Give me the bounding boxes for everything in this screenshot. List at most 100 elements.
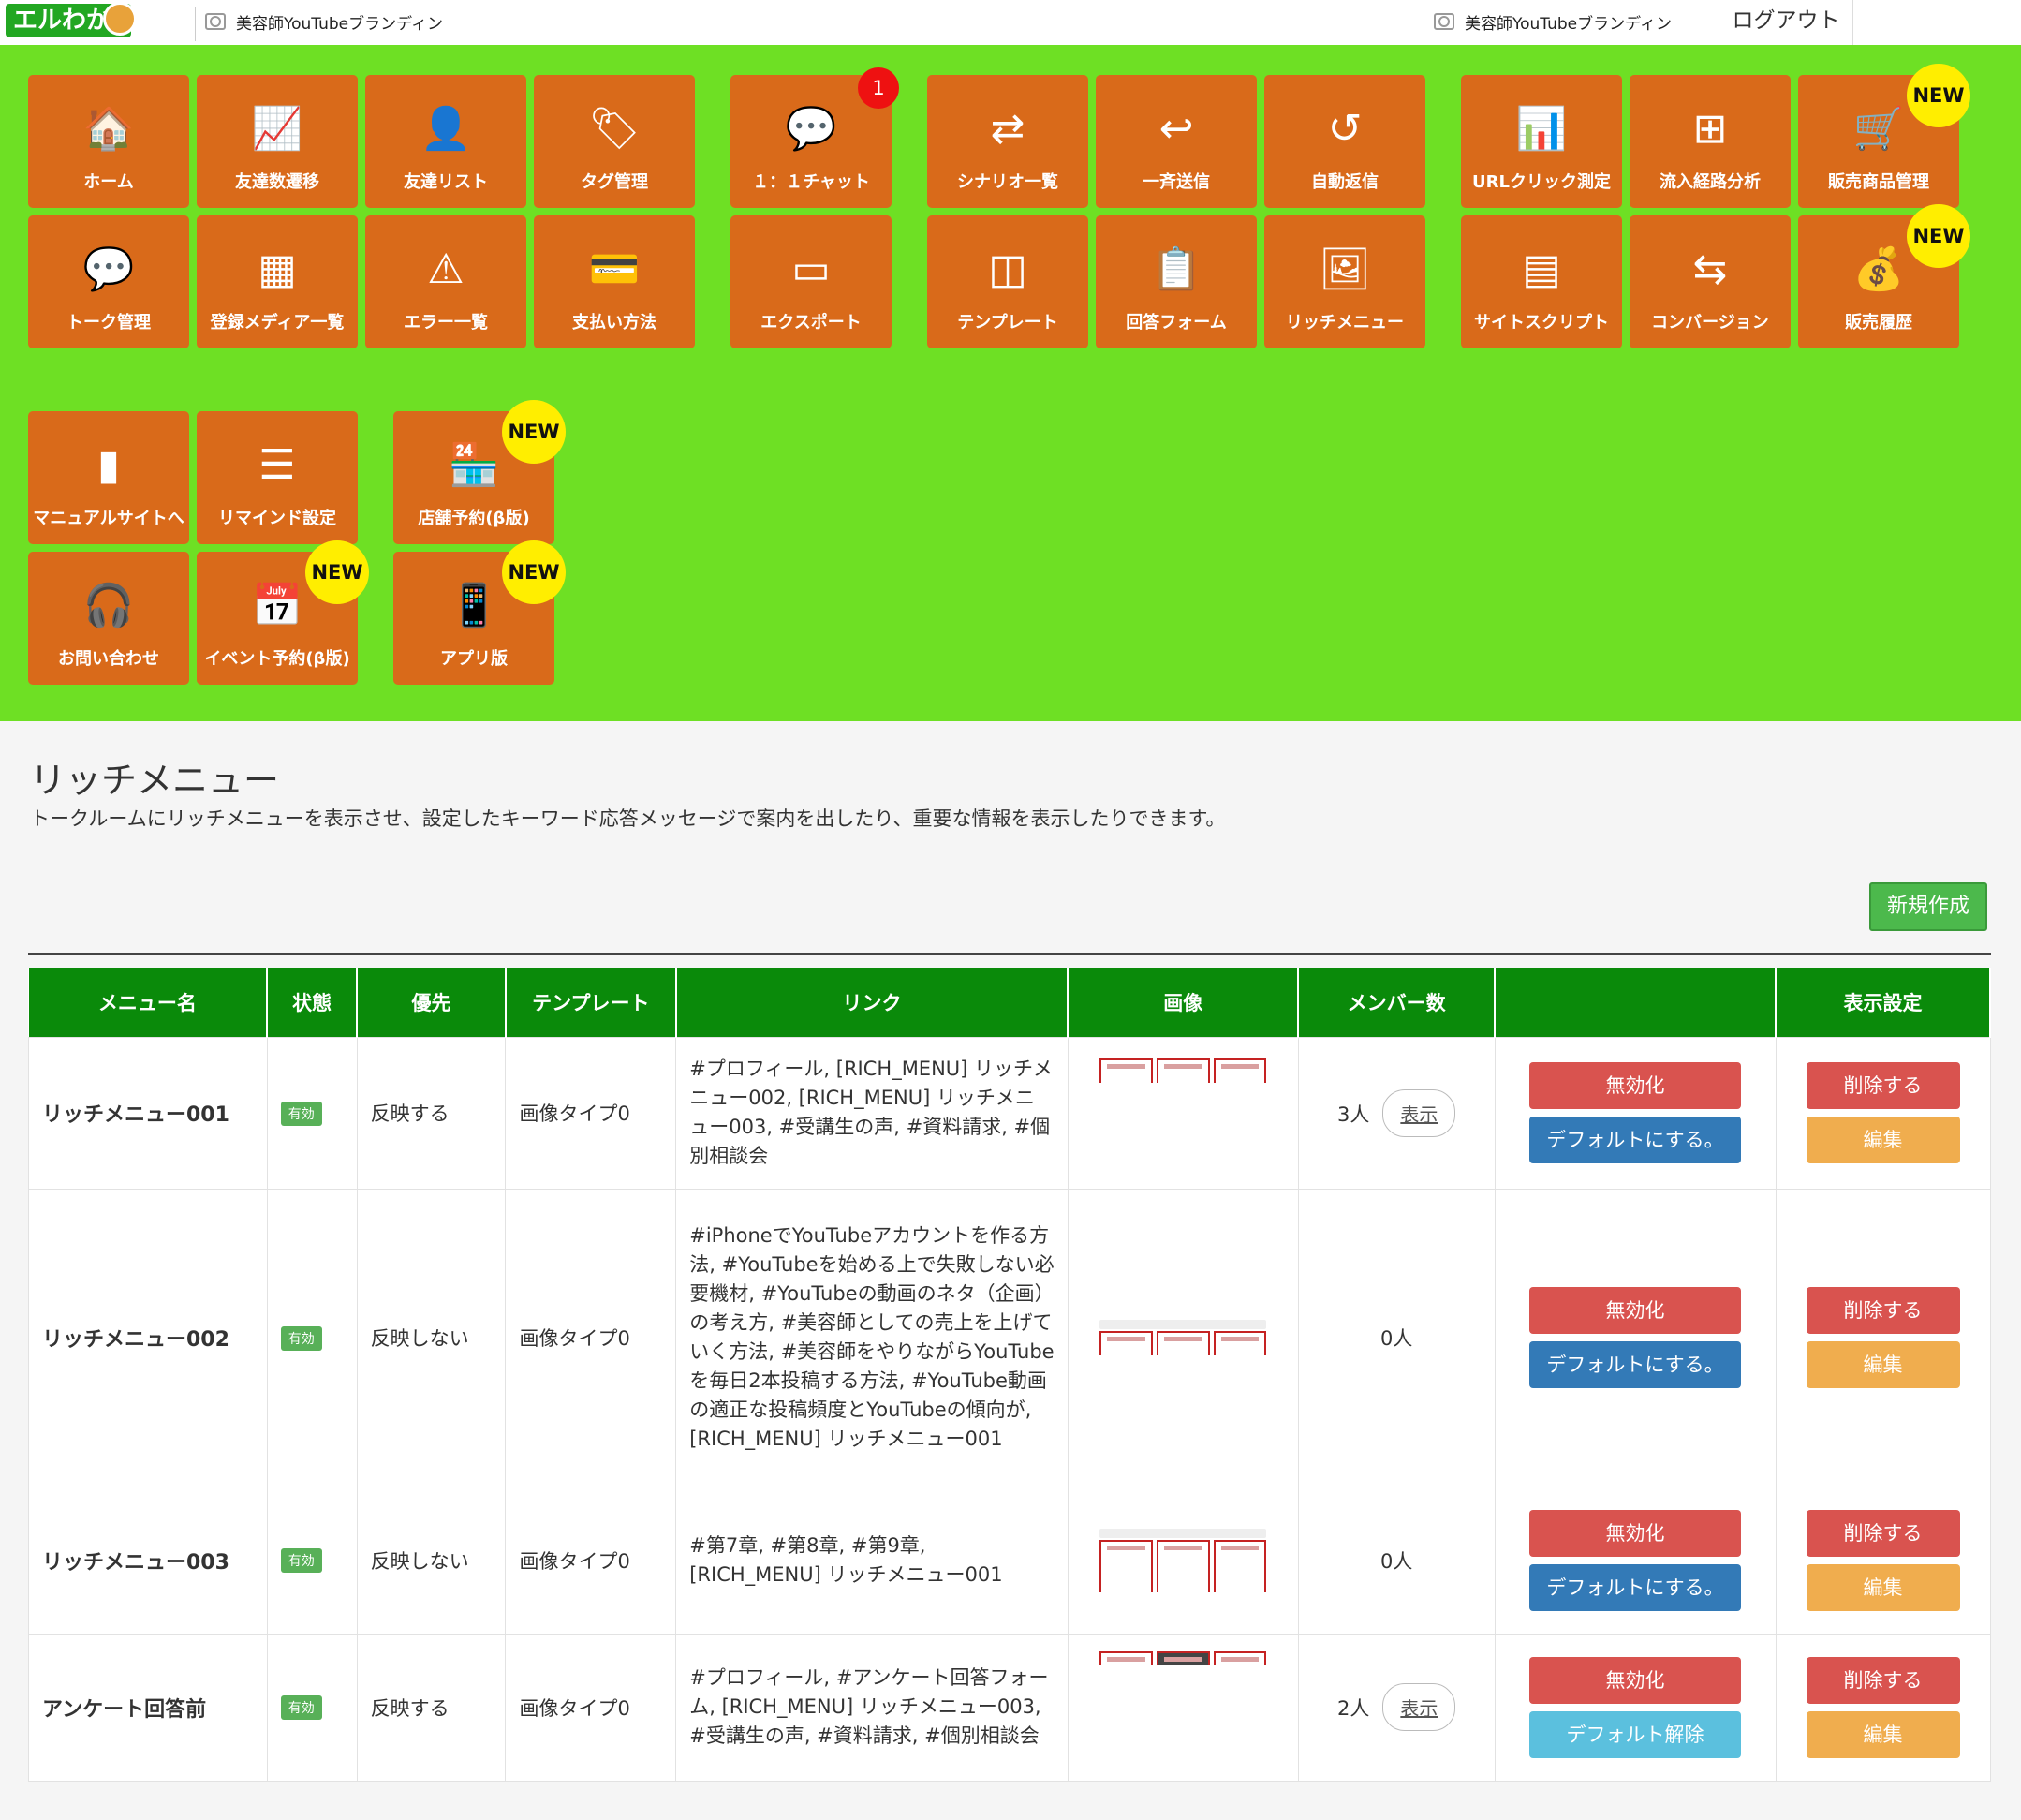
current-account[interactable]: 美容師YouTubeブランディン xyxy=(1424,7,1672,41)
app-logo[interactable]: エルわか xyxy=(6,2,137,37)
nav-tile-event-reservation[interactable]: 📅 イベント予約(β版) NEW xyxy=(197,540,369,685)
image-cell xyxy=(1067,1633,1299,1782)
nav-tile-label: 友達数遷移 xyxy=(235,172,319,192)
rich-menu-thumbnail[interactable] xyxy=(1099,1650,1267,1665)
nav-tile-scenario-list[interactable]: ⇄ シナリオ一覧 xyxy=(927,75,1088,208)
nav-tile-rich-menu[interactable]: 🖼 リッチメニュー xyxy=(1264,215,1425,348)
nav-tile-label: エラー一覧 xyxy=(404,313,488,333)
set-default-button[interactable]: デフォルトにする。 xyxy=(1529,1563,1742,1611)
nav-tile-registered-media[interactable]: ▦ 登録メディア一覧 xyxy=(197,215,358,348)
edit-button[interactable]: 編集 xyxy=(1806,1341,1960,1388)
nav-tile-friend-list[interactable]: 👤 友達リスト xyxy=(365,75,526,208)
rich-menu-thumbnail[interactable] xyxy=(1099,1058,1267,1083)
display-settings-cell: 削除する 編集 xyxy=(1775,1188,1991,1487)
page-title: リッチメニュー xyxy=(30,760,280,801)
delete-button[interactable]: 削除する xyxy=(1806,1509,1960,1557)
nav-tile-conversion[interactable]: ⇆ コンバージョン xyxy=(1630,215,1791,348)
nav-tile-answer-form[interactable]: 📋 回答フォーム xyxy=(1096,215,1257,348)
disable-button[interactable]: 無効化 xyxy=(1529,1656,1742,1704)
priority: 反映する xyxy=(356,1633,507,1782)
account-selector[interactable]: 美容師YouTubeブランディン xyxy=(195,7,443,41)
members-cell: 2人 表示 xyxy=(1297,1633,1496,1782)
top-bar: エルわか 美容師YouTubeブランディン 美容師YouTubeブランディン ロ… xyxy=(0,0,2021,45)
table-row: リッチメニュー001 有効 反映する 画像タイプ0 #プロフィール, [RICH… xyxy=(28,1036,1991,1190)
nav-tile-broadcast[interactable]: ↩ 一斉送信 xyxy=(1096,75,1257,208)
disable-button[interactable]: 無効化 xyxy=(1529,1287,1742,1334)
unread-count-badge: 1 xyxy=(858,67,899,109)
actions-cell: 無効化 デフォルトにする。 xyxy=(1494,1188,1777,1487)
monkey-mascot-icon xyxy=(103,2,137,36)
nav-tile-error-list[interactable]: ⚠ エラー一覧 xyxy=(365,215,526,348)
auto-reply-icon: ↺ xyxy=(1327,105,1363,153)
nav-tile-label: 販売商品管理 xyxy=(1828,172,1929,192)
nav-tile-manual-site[interactable]: ▮ マニュアルサイトへ xyxy=(28,411,189,544)
nav-tile-site-script[interactable]: ▤ サイトスクリプト xyxy=(1461,215,1622,348)
show-members-button[interactable]: 表示 xyxy=(1382,1088,1456,1137)
nav-tile-label: ホーム xyxy=(83,172,134,192)
priority: 反映しない xyxy=(356,1486,507,1635)
edit-button[interactable]: 編集 xyxy=(1806,1117,1960,1163)
display-settings-cell: 削除する 編集 xyxy=(1775,1486,1991,1635)
nav-tile-label: 友達リスト xyxy=(404,172,488,192)
nav-tile-label: 販売履歴 xyxy=(1845,313,1912,333)
new-badge: NEW xyxy=(502,400,566,464)
image-cell xyxy=(1067,1036,1299,1190)
page-description: トークルームにリッチメニューを表示させ、設定したキーワード応答メッセージで案内を… xyxy=(30,807,1226,830)
create-new-button[interactable]: 新規作成 xyxy=(1869,882,1987,931)
nav-tile-reminder-settings[interactable]: ☰ リマインド設定 xyxy=(197,411,358,544)
status-badge: 有効 xyxy=(280,1695,322,1720)
actions-cell: 無効化 デフォルト解除 xyxy=(1494,1633,1777,1782)
nav-tile-home[interactable]: 🏠 ホーム xyxy=(28,75,189,208)
rich-menu-thumbnail[interactable] xyxy=(1099,1331,1267,1355)
disable-button[interactable]: 無効化 xyxy=(1529,1062,1742,1109)
unset-default-button[interactable]: デフォルト解除 xyxy=(1529,1710,1742,1758)
no-image-camera-icon xyxy=(1424,7,1457,41)
rich-menu-table: メニュー名 状態 優先 テンプレート リンク 画像 メンバー数 表示設定 リッチ… xyxy=(28,968,1991,1782)
delete-button[interactable]: 削除する xyxy=(1806,1656,1960,1704)
no-image-camera-icon xyxy=(195,7,229,41)
display-settings-cell: 削除する 編集 xyxy=(1775,1036,1991,1190)
nav-tile-talk-management[interactable]: 💬 トーク管理 xyxy=(28,215,189,348)
nav-tile-tag-management[interactable]: 🏷 タグ管理 xyxy=(534,75,695,208)
rich-menu-thumbnail[interactable] xyxy=(1099,1539,1267,1592)
member-count: 2人 xyxy=(1336,1697,1370,1720)
nav-tile-sales-history[interactable]: 💰 販売履歴 NEW xyxy=(1798,204,1970,348)
nav-tile-app-version[interactable]: 📱 アプリ版 NEW xyxy=(393,540,566,685)
logout-button[interactable]: ログアウト xyxy=(1719,0,1853,45)
nav-tile-contact[interactable]: 🎧 お問い合わせ xyxy=(28,552,189,685)
nav-tile-inflow-analysis[interactable]: ⊞ 流入経路分析 xyxy=(1630,75,1791,208)
nav-tile-product-management[interactable]: 🛒 販売商品管理 NEW xyxy=(1798,64,1970,208)
menu-name: リッチメニュー002 xyxy=(28,1188,268,1487)
nav-tile-template[interactable]: ◫ テンプレート xyxy=(927,215,1088,348)
nav-tile-auto-reply[interactable]: ↺ 自動返信 xyxy=(1264,75,1425,208)
delete-button[interactable]: 削除する xyxy=(1806,1062,1960,1109)
disable-button[interactable]: 無効化 xyxy=(1529,1509,1742,1557)
set-default-button[interactable]: デフォルトにする。 xyxy=(1529,1117,1742,1163)
edit-button[interactable]: 編集 xyxy=(1806,1710,1960,1758)
header-priority: 優先 xyxy=(357,968,507,1037)
nav-tile-label: 回答フォーム xyxy=(1126,313,1227,333)
delete-button[interactable]: 削除する xyxy=(1806,1287,1960,1334)
nav-tile-url-click-tracking[interactable]: 📊 URLクリック測定 xyxy=(1461,75,1622,208)
current-account-name: 美容師YouTubeブランディン xyxy=(1465,15,1672,34)
conversion-icon: ⇆ xyxy=(1692,245,1728,293)
new-badge: NEW xyxy=(1907,204,1970,268)
nav-tile-store-reservation[interactable]: 🏪 店舗予約(β版) NEW xyxy=(393,400,566,544)
status-cell: 有効 xyxy=(266,1633,358,1782)
nav-tile-payment-method[interactable]: 💳 支払い方法 xyxy=(534,215,695,348)
rich-menu-icon: 🖼 xyxy=(1319,245,1371,293)
edit-button[interactable]: 編集 xyxy=(1806,1563,1960,1611)
nav-tile-label: サイトスクリプト xyxy=(1474,313,1609,333)
url-click-tracking-icon: 📊 xyxy=(1515,105,1568,153)
manual-site-icon: ▮ xyxy=(96,441,121,489)
priority: 反映しない xyxy=(356,1188,507,1487)
priority: 反映する xyxy=(356,1036,507,1190)
show-members-button[interactable]: 表示 xyxy=(1382,1683,1456,1731)
links: #第7章, #第8章, #第9章, [RICH_MENU] リッチメニュー001 xyxy=(675,1486,1069,1635)
set-default-button[interactable]: デフォルトにする。 xyxy=(1529,1341,1742,1388)
nav-tile-one-on-one-chat[interactable]: 💬 １：１チャット 1 xyxy=(730,67,899,208)
one-on-one-chat-icon: 💬 xyxy=(785,105,837,153)
nav-tile-export[interactable]: ▭ エクスポート xyxy=(730,215,892,348)
template: 画像タイプ0 xyxy=(505,1188,677,1487)
nav-tile-friend-growth[interactable]: 📈 友達数遷移 xyxy=(197,75,358,208)
